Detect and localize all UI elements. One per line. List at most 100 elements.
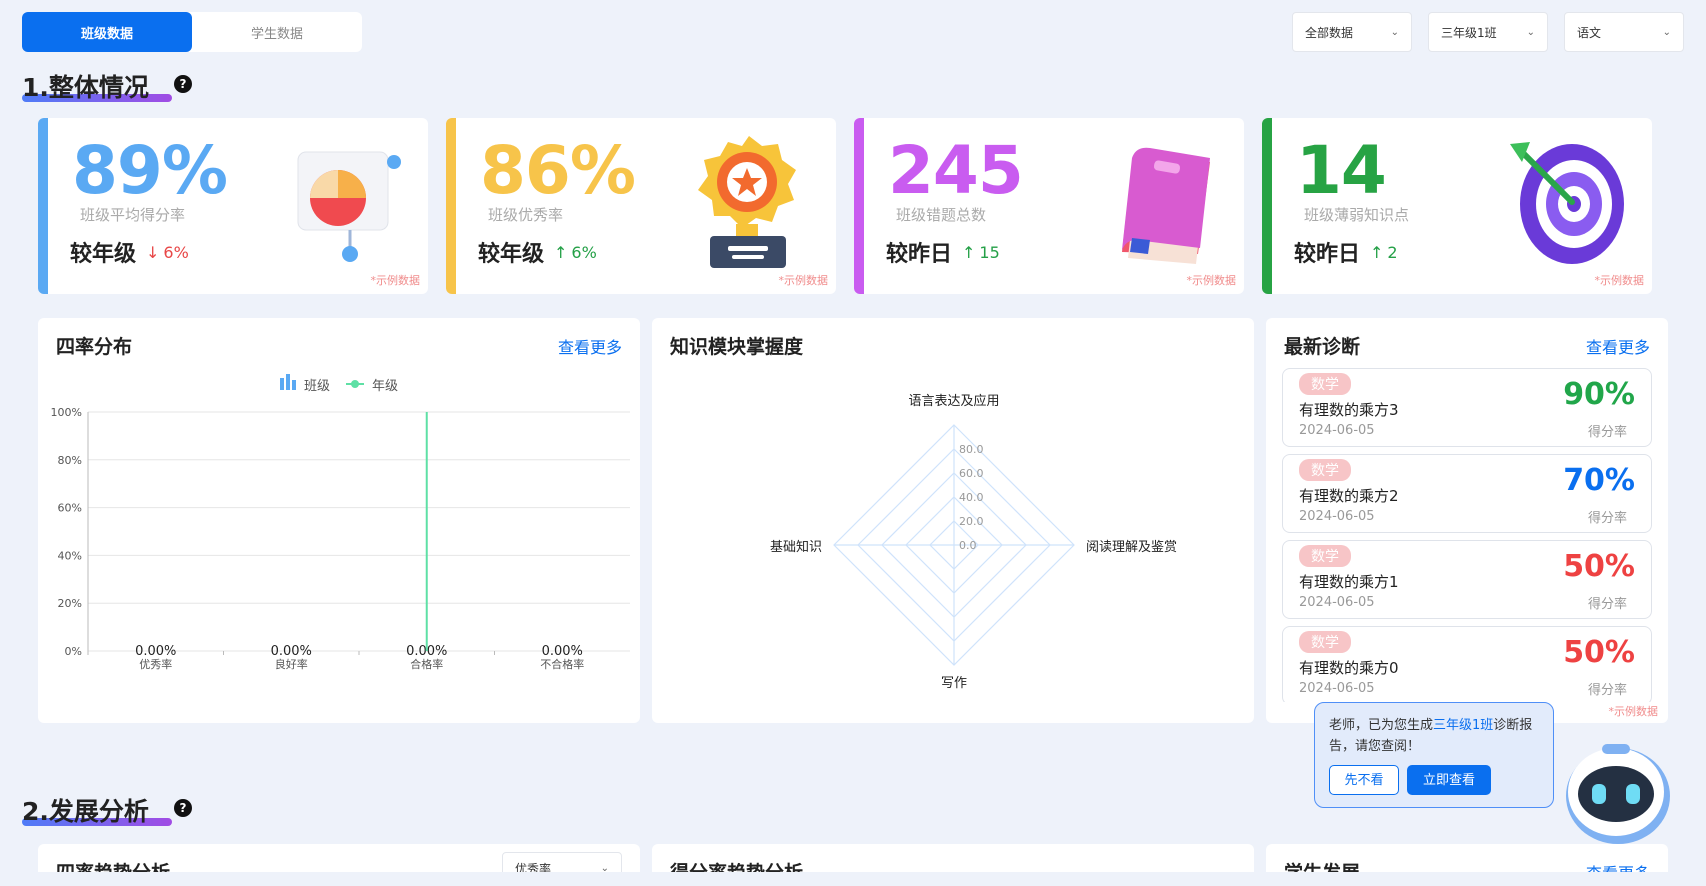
radar-tick-label: 0.0 (959, 539, 977, 552)
kpi-delta-value: 6% (163, 242, 189, 262)
subject-tag: 数学 (1299, 373, 1351, 395)
section-title-development: 2.发展分析 (22, 797, 149, 826)
diagnosis-item[interactable]: 数学 有理数的乘方0 2024-06-05 50% 得分率 (1282, 626, 1652, 702)
diagnosis-list: 数学 有理数的乘方3 2024-06-05 90% 得分率 数学 有理数的乘方2… (1266, 368, 1668, 702)
arrow-up-icon: ↑ (962, 242, 976, 262)
data-label: 0.00% (135, 644, 176, 659)
popup-class-link[interactable]: 三年级1班 (1433, 718, 1493, 733)
kpi-compare: 较年级 ↑ 6% (478, 236, 597, 268)
kpi-compare: 较昨日 ↑ 15 (886, 236, 1000, 268)
sample-data-note: *示例数据 (1608, 705, 1659, 718)
legend-label-grade: 年级 (372, 379, 398, 394)
sample-data-note: *示例数据 (1594, 274, 1645, 287)
book-icon (1122, 147, 1210, 264)
legend-label-class: 班级 (304, 379, 330, 394)
view-more-link[interactable]: 查看更多 (1586, 334, 1650, 358)
kpi-value: 89% (72, 132, 228, 209)
subject-tag: 数学 (1299, 631, 1351, 653)
diagnosis-date: 2024-06-05 (1299, 681, 1375, 696)
diagnosis-item[interactable]: 数学 有理数的乘方3 2024-06-05 90% 得分率 (1282, 368, 1652, 447)
score-label: 得分率 (1587, 683, 1627, 698)
kpi-card-avg-score: 89% 班级平均得分率 较年级 ↓ 6% *示例数据 (38, 118, 428, 294)
help-icon[interactable]: ? (174, 75, 192, 93)
data-label: 0.00% (271, 644, 312, 659)
diagnosis-date: 2024-06-05 (1299, 595, 1375, 610)
kpi-delta: ↓ 6% (146, 243, 189, 262)
x-tick-label: 合格率 (410, 657, 443, 671)
radar-axis-label: 写作 (941, 676, 967, 691)
kpi-value: 86% (480, 132, 636, 209)
rate-distribution-card: 四率分布 查看更多 0% 20% 40% 60% 80% 100% 优秀率 0.00% 良好率 0… (38, 318, 640, 723)
kpi-label: 班级薄弱知识点 (1304, 206, 1410, 224)
kpi-compare: 较年级 ↓ 6% (70, 236, 189, 268)
chevron-down-icon: ⌄ (1662, 26, 1671, 38)
sample-data-note: *示例数据 (778, 274, 829, 287)
subject-tag: 数学 (1299, 459, 1351, 481)
knowledge-module-card: 知识模块掌握度 0.0 20.0 40.0 60.0 80.0 语言表达及应用 阅读理解及鉴… (652, 318, 1254, 723)
sample-data-note: *示例数据 (370, 274, 421, 287)
subject-select[interactable]: 语文 ⌄ (1564, 12, 1684, 52)
kpi-accent-bar (38, 118, 48, 294)
robot-assistant-icon[interactable] (1562, 742, 1672, 846)
diagnosis-score: 50% (1563, 635, 1635, 670)
bottom-fade (0, 872, 1706, 886)
y-tick-label: 80% (58, 454, 82, 467)
x-tick-label: 优秀率 (139, 657, 172, 671)
kpi-card-excellent-rate: 86% 班级优秀率 较年级 ↑ 6% *示例数据 (446, 118, 836, 294)
kpi-value: 245 (888, 132, 1024, 209)
knowledge-radar-chart: 0.0 20.0 40.0 60.0 80.0 语言表达及应用阅读理解及鉴赏写作 基础知识 (770, 393, 1177, 691)
tab-class-data[interactable]: 班级数据 (22, 12, 192, 52)
kpi-label: 班级错题总数 (896, 206, 987, 224)
kpi-accent-bar (446, 118, 456, 294)
skip-button[interactable]: 先不看 (1329, 765, 1399, 795)
award-trophy-icon (698, 136, 796, 268)
kpi-compare-label: 较昨日 (1294, 242, 1361, 267)
kpi-compare-label: 较年级 (70, 242, 137, 267)
legend-swatch-class (286, 374, 290, 390)
kpi-card-wrong-questions: 245 班级错题总数 较昨日 ↑ 15 *示例数据 (854, 118, 1244, 294)
latest-diagnosis-card: 最新诊断 查看更多 数学 有理数的乘方3 2024-06-05 90% 得分率 … (1266, 318, 1668, 723)
kpi-accent-bar (1262, 118, 1272, 294)
kpi-compare-label: 较昨日 (886, 242, 953, 267)
x-tick-label: 良好率 (275, 657, 308, 671)
y-tick-label: 40% (58, 549, 82, 562)
y-tick-label: 0% (65, 645, 82, 658)
card-title: 最新诊断 (1284, 336, 1361, 358)
view-report-button[interactable]: 立即查看 (1407, 765, 1491, 795)
arrow-up-icon: ↑ (1370, 242, 1384, 262)
score-label: 得分率 (1587, 597, 1627, 612)
kpi-label: 班级平均得分率 (80, 206, 186, 224)
arrow-down-icon: ↓ (146, 242, 160, 262)
diagnosis-name: 有理数的乘方3 (1299, 401, 1399, 419)
kpi-delta: ↑ 2 (1370, 243, 1398, 262)
score-label: 得分率 (1587, 425, 1627, 440)
arrow-up-icon: ↑ (554, 242, 568, 262)
radar-axis-label: 语言表达及应用 (908, 393, 999, 409)
diagnosis-score: 70% (1563, 463, 1635, 498)
pie-chart-board-icon (297, 151, 401, 262)
radar-tick-label: 40.0 (959, 491, 984, 504)
class-select-value: 三年级1班 (1441, 25, 1497, 40)
kpi-value: 14 (1296, 132, 1387, 209)
section-title-overview: 1.整体情况 (22, 73, 149, 102)
diagnosis-item[interactable]: 数学 有理数的乘方2 2024-06-05 70% 得分率 (1282, 454, 1652, 533)
kpi-card-weak-points: 14 班级薄弱知识点 较昨日 ↑ 2 *示例数据 (1262, 118, 1652, 294)
class-select[interactable]: 三年级1班 ⌄ (1428, 12, 1548, 52)
radar-axis-label: 基础知识 (770, 539, 822, 555)
diagnosis-item[interactable]: 数学 有理数的乘方1 2024-06-05 50% 得分率 (1282, 540, 1652, 619)
scope-select-value: 全部数据 (1305, 25, 1354, 40)
legend-swatch-class (292, 380, 296, 390)
data-label: 0.00% (542, 644, 583, 659)
scope-select[interactable]: 全部数据 ⌄ (1292, 12, 1412, 52)
score-label: 得分率 (1587, 511, 1627, 526)
help-icon[interactable]: ? (174, 799, 192, 817)
kpi-delta: ↑ 15 (962, 243, 1000, 262)
report-notification-popup: 老师，已为您生成三年级1班诊断报告，请您查阅！ 先不看 立即查看 (1314, 702, 1554, 808)
tab-student-data[interactable]: 学生数据 (192, 12, 362, 52)
diagnosis-score: 90% (1563, 377, 1635, 412)
diagnosis-name: 有理数的乘方2 (1299, 487, 1399, 505)
subject-select-value: 语文 (1577, 25, 1602, 40)
y-tick-label: 20% (58, 597, 82, 610)
radar-tick-label: 60.0 (959, 467, 984, 480)
radar-tick-label: 20.0 (959, 515, 984, 528)
